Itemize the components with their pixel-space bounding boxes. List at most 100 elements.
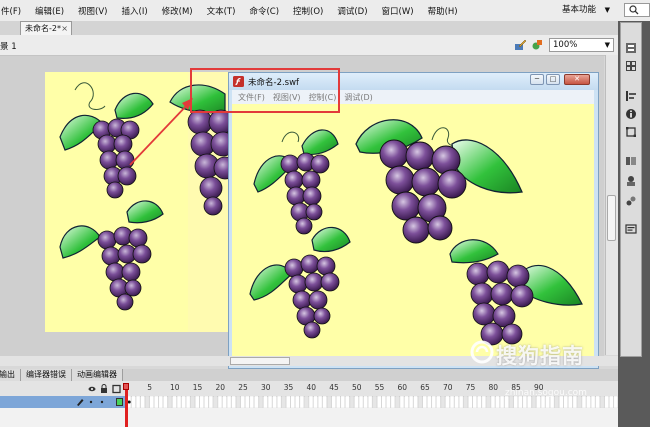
close-tab-icon[interactable]: × xyxy=(61,22,68,35)
frame-cell[interactable] xyxy=(317,396,323,408)
frame-cell[interactable] xyxy=(231,396,236,408)
frame-cell[interactable] xyxy=(185,396,191,408)
minimize-button[interactable]: ─ xyxy=(530,74,544,85)
frame-cell[interactable] xyxy=(422,396,427,408)
frame-cell[interactable] xyxy=(272,396,277,408)
vertical-scroll-thumb[interactable] xyxy=(607,195,616,241)
playhead-handle[interactable] xyxy=(123,383,129,390)
frame-cell[interactable] xyxy=(386,396,391,408)
frame-cell[interactable] xyxy=(381,396,386,408)
frame-cell[interactable] xyxy=(418,396,423,408)
menu-item-6[interactable]: 命令(C) xyxy=(242,5,286,17)
zoom-select[interactable]: 100% ▼ xyxy=(549,38,614,52)
frame-cell[interactable] xyxy=(445,396,450,408)
frame-cell[interactable] xyxy=(326,396,332,408)
frame-cell[interactable] xyxy=(163,396,168,408)
frame-cell[interactable] xyxy=(395,396,400,408)
frame-cell[interactable] xyxy=(600,396,605,408)
menu-item-2[interactable]: 视图(V) xyxy=(71,5,114,17)
menu-item-1[interactable]: 编辑(E) xyxy=(28,5,71,17)
frame-cell[interactable] xyxy=(463,396,468,408)
frame-cell[interactable] xyxy=(149,396,154,408)
frame-cell[interactable] xyxy=(290,396,295,408)
frame-cell[interactable] xyxy=(304,396,309,408)
frame-cell[interactable] xyxy=(477,396,482,408)
frame-cell[interactable] xyxy=(431,396,437,408)
swf-menu-item-3[interactable]: 调试(D) xyxy=(340,92,376,103)
motion-presets-icon[interactable] xyxy=(625,195,637,207)
frame-cell[interactable] xyxy=(586,396,591,408)
library-icon[interactable] xyxy=(625,60,637,72)
frame-cell[interactable] xyxy=(154,396,159,408)
frame-cell[interactable] xyxy=(240,396,245,408)
frame-cell[interactable] xyxy=(372,396,377,408)
menu-item-0[interactable]: 件(F) xyxy=(0,5,28,17)
frame-cell[interactable] xyxy=(458,396,464,408)
menu-item-9[interactable]: 窗口(W) xyxy=(375,5,421,17)
frame-cell[interactable] xyxy=(349,396,355,408)
frame-cell[interactable] xyxy=(449,396,455,408)
frame-cell[interactable] xyxy=(235,396,241,408)
frame-cell[interactable] xyxy=(258,396,264,408)
frame-cell[interactable] xyxy=(299,396,305,408)
frame-cell[interactable] xyxy=(609,396,614,408)
tab-document[interactable]: 未命名-2* × xyxy=(20,21,72,35)
frame-cell[interactable] xyxy=(135,396,141,408)
frame-cell[interactable] xyxy=(313,396,318,408)
menu-item-7[interactable]: 控制(O) xyxy=(286,5,330,17)
frame-cell[interactable] xyxy=(181,396,186,408)
maximize-button[interactable]: □ xyxy=(546,74,560,85)
frame-cell[interactable] xyxy=(281,396,286,408)
properties-icon[interactable] xyxy=(625,42,637,54)
frame-cell[interactable] xyxy=(490,396,496,408)
frame-cell[interactable] xyxy=(213,396,218,408)
frame-cell[interactable] xyxy=(199,396,204,408)
frame-cell[interactable] xyxy=(340,396,346,408)
frame-cell[interactable] xyxy=(322,396,327,408)
frame-cell[interactable] xyxy=(249,396,254,408)
edit-symbols-icon[interactable] xyxy=(531,38,544,51)
horizontal-scroll-thumb[interactable] xyxy=(230,357,290,365)
frame-cell[interactable] xyxy=(195,396,200,408)
frame-cell[interactable] xyxy=(427,396,432,408)
frame-cell[interactable] xyxy=(413,396,418,408)
scene-label[interactable]: 景 1 xyxy=(0,40,17,52)
frame-cell[interactable] xyxy=(436,396,441,408)
frame-cell[interactable] xyxy=(131,396,136,408)
frame-cell[interactable] xyxy=(481,396,487,408)
frame-cell[interactable] xyxy=(404,396,409,408)
frame-cell[interactable] xyxy=(208,396,214,408)
frame-cell[interactable] xyxy=(222,396,227,408)
frame-cell[interactable] xyxy=(472,396,477,408)
frame-cell[interactable] xyxy=(495,396,500,408)
outline-icon[interactable] xyxy=(112,384,121,394)
frame-cell[interactable] xyxy=(267,396,273,408)
panel-tab-2[interactable]: 动画编辑器 xyxy=(72,369,123,381)
frame-cell[interactable] xyxy=(167,396,173,408)
align-icon[interactable] xyxy=(625,90,637,102)
menu-item-3[interactable]: 插入(I) xyxy=(115,5,155,17)
frame-cell[interactable] xyxy=(217,396,223,408)
frame-cell[interactable] xyxy=(595,396,600,408)
frame-cell[interactable] xyxy=(590,396,596,408)
frame-cell[interactable] xyxy=(390,396,396,408)
frame-cell[interactable] xyxy=(440,396,446,408)
menu-item-5[interactable]: 文本(T) xyxy=(200,5,243,17)
frame-cell[interactable] xyxy=(331,396,336,408)
frame-cell[interactable] xyxy=(172,396,177,408)
edit-scene-icon[interactable] xyxy=(514,38,527,51)
keyframe-dot[interactable] xyxy=(127,400,131,404)
frame-cell[interactable] xyxy=(604,396,609,408)
frame-cell[interactable] xyxy=(190,396,195,408)
frame-cell[interactable] xyxy=(354,396,359,408)
components-icon[interactable] xyxy=(625,175,637,187)
workspace-switcher[interactable]: 基本功能 ▼ xyxy=(562,3,610,17)
frame-cell[interactable] xyxy=(613,396,618,408)
frame-cell[interactable] xyxy=(408,396,414,408)
lock-icon[interactable] xyxy=(101,384,107,394)
transform-icon[interactable] xyxy=(625,126,637,138)
layer-visible-dot[interactable] xyxy=(89,400,93,404)
frame-cell[interactable] xyxy=(158,396,164,408)
eye-icon[interactable] xyxy=(88,386,96,392)
help-search-input[interactable] xyxy=(624,3,650,17)
